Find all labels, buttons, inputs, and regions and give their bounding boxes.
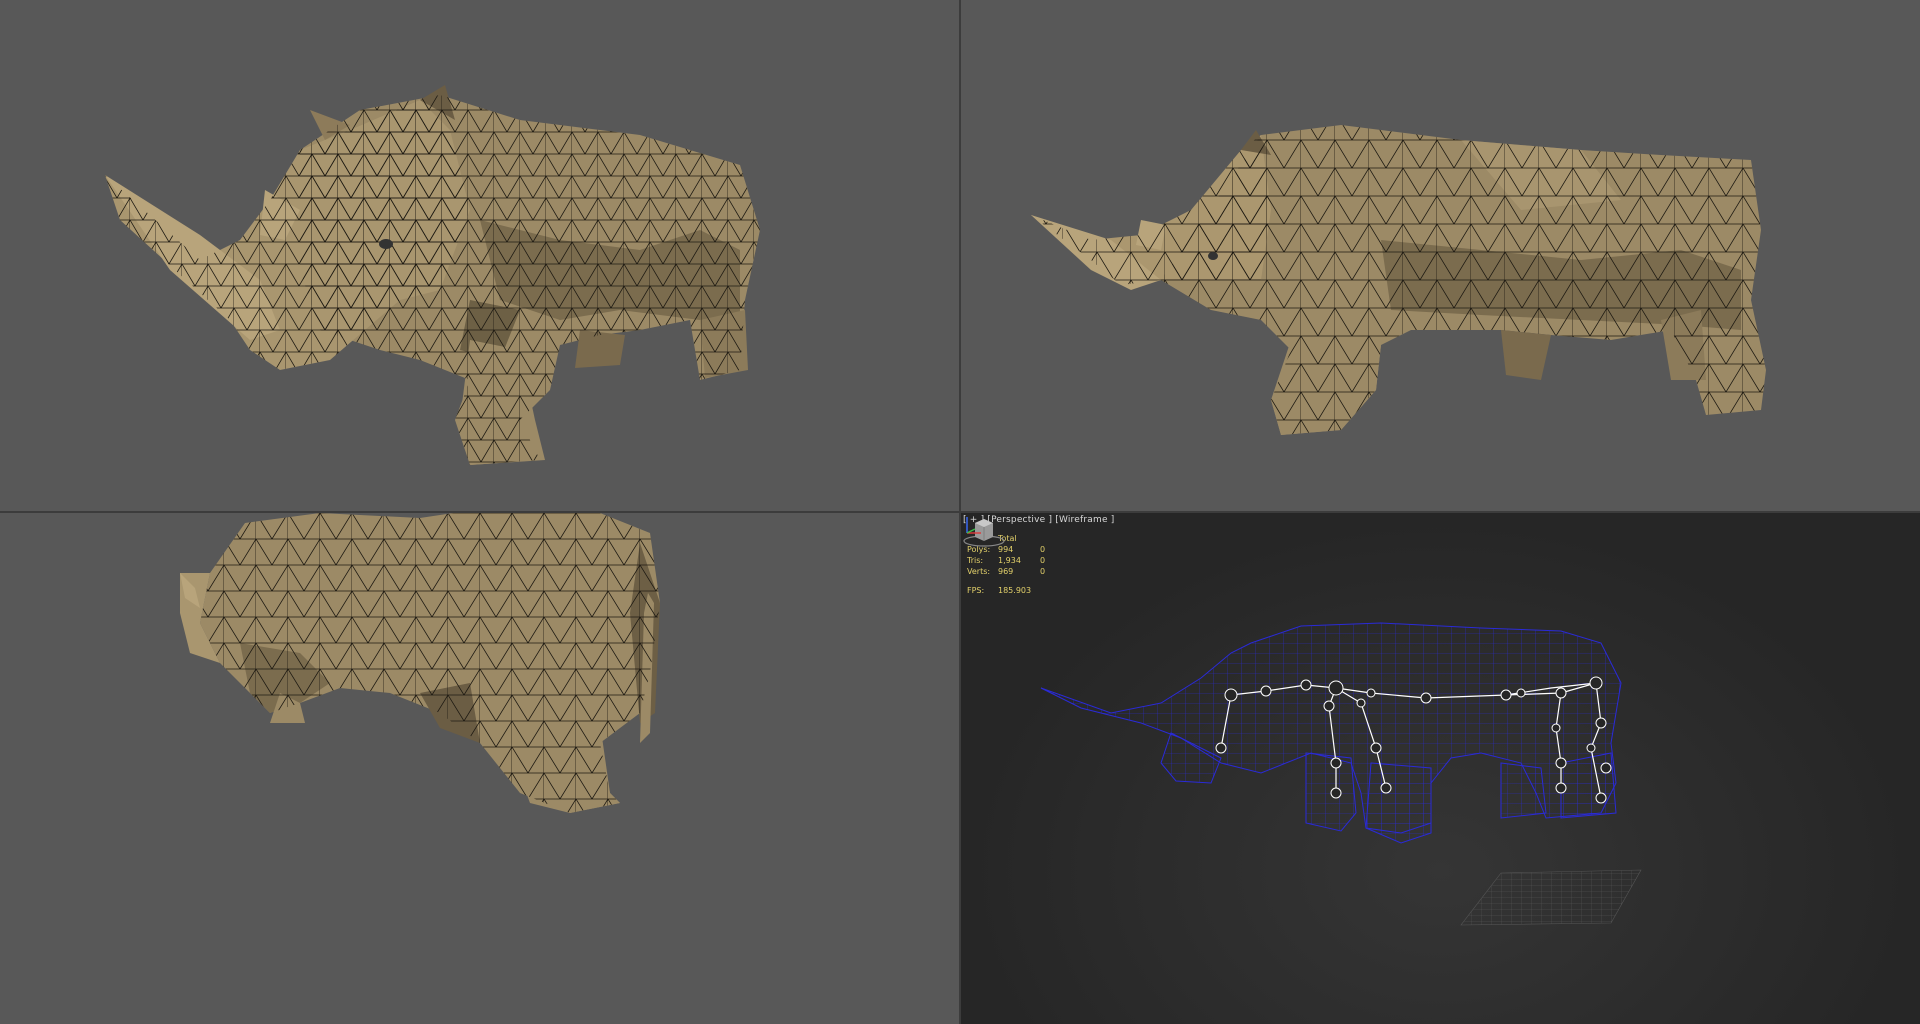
viewport-top-left[interactable] (0, 0, 959, 511)
viewport-top-right[interactable] (961, 0, 1920, 511)
axis-tripod-icon (966, 517, 981, 534)
rhino-mesh-front (105, 85, 760, 465)
viewport-grid: [ + ] [Perspective ] [Wireframe ] Total … (0, 0, 1920, 1024)
rhino-mesh-side (1031, 125, 1766, 435)
rhino-mesh-rear (180, 513, 660, 813)
wireframe-mesh (1040, 622, 1622, 844)
rhino-wireframe-rig (1040, 622, 1642, 926)
viewport-bottom-right-wireframe[interactable]: [ + ] [Perspective ] [Wireframe ] Total … (961, 513, 1920, 1024)
viewport-bottom-left[interactable] (0, 513, 959, 1024)
